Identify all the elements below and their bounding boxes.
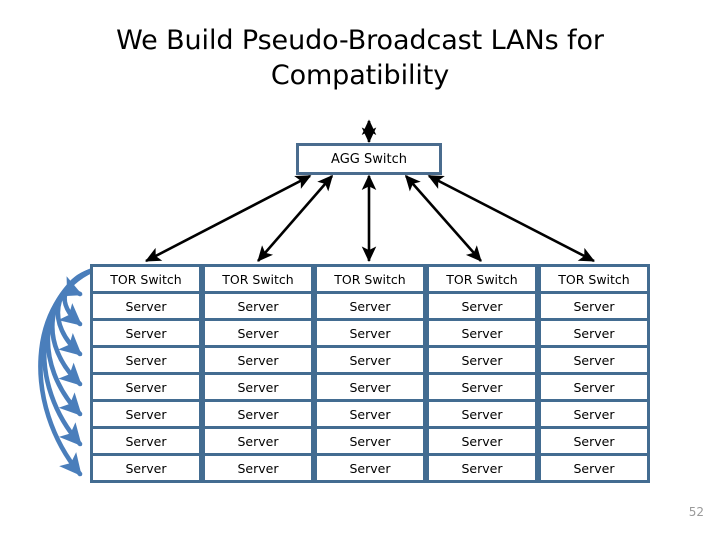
server-box[interactable]: Server [202,426,314,456]
server-box[interactable]: Server [538,372,650,402]
rack-column-5: TOR Switch Server Server Server Server Server… [538,264,650,483]
server-box[interactable]: Server [314,399,426,429]
server-box[interactable]: Server [538,291,650,321]
agg-switch-label: AGG Switch [331,151,407,167]
agg-switch-box[interactable]: AGG Switch [296,143,442,175]
agg-to-tor-link-1 [145,174,312,263]
server-box[interactable]: Server [538,318,650,348]
server-box[interactable]: Server [538,345,650,375]
agg-to-tor-link-2 [257,174,334,262]
server-box[interactable]: Server [90,345,202,375]
server-box[interactable]: Server [314,372,426,402]
server-box[interactable]: Server [90,372,202,402]
server-box[interactable]: Server [426,291,538,321]
tor-switch-box[interactable]: TOR Switch [538,264,650,294]
server-box[interactable]: Server [314,345,426,375]
server-box[interactable]: Server [538,426,650,456]
rack-grid: TOR Switch Server Server Server Server Server… [90,264,650,483]
server-box[interactable]: Server [426,372,538,402]
tor-switch-box[interactable]: TOR Switch [314,264,426,294]
server-box[interactable]: Server [314,291,426,321]
agg-to-tor-link-4 [404,174,482,262]
server-box[interactable]: Server [314,453,426,483]
server-box[interactable]: Server [202,399,314,429]
server-box[interactable]: Server [90,318,202,348]
server-box[interactable]: Server [202,291,314,321]
server-box[interactable]: Server [90,426,202,456]
server-box[interactable]: Server [426,318,538,348]
server-box[interactable]: Server [426,399,538,429]
tor-switch-box[interactable]: TOR Switch [202,264,314,294]
server-box[interactable]: Server [314,426,426,456]
tor-switch-box[interactable]: TOR Switch [90,264,202,294]
server-box[interactable]: Server [202,372,314,402]
tor-switch-box[interactable]: TOR Switch [426,264,538,294]
slide-number: 52 [688,505,704,519]
server-box[interactable]: Server [538,453,650,483]
server-box[interactable]: Server [202,453,314,483]
server-box[interactable]: Server [202,345,314,375]
rack-column-4: TOR Switch Server Server Server Server Server… [426,264,538,483]
rack-column-3: TOR Switch Server Server Server Server Server… [314,264,426,483]
network-diagram: AGG Switch TOR Switch Server Server Server S… [0,0,720,540]
server-box[interactable]: Server [314,318,426,348]
server-box[interactable]: Server [90,453,202,483]
server-box[interactable]: Server [90,291,202,321]
server-box[interactable]: Server [426,345,538,375]
server-box[interactable]: Server [538,399,650,429]
server-box[interactable]: Server [202,318,314,348]
server-box[interactable]: Server [426,426,538,456]
tor-to-server-broadcast-arcs [38,267,96,477]
server-box[interactable]: Server [426,453,538,483]
server-box[interactable]: Server [90,399,202,429]
agg-to-tor-link-5 [427,174,595,263]
rack-column-1: TOR Switch Server Server Server Server Server… [90,264,202,483]
rack-column-2: TOR Switch Server Server Server Server Server… [202,264,314,483]
